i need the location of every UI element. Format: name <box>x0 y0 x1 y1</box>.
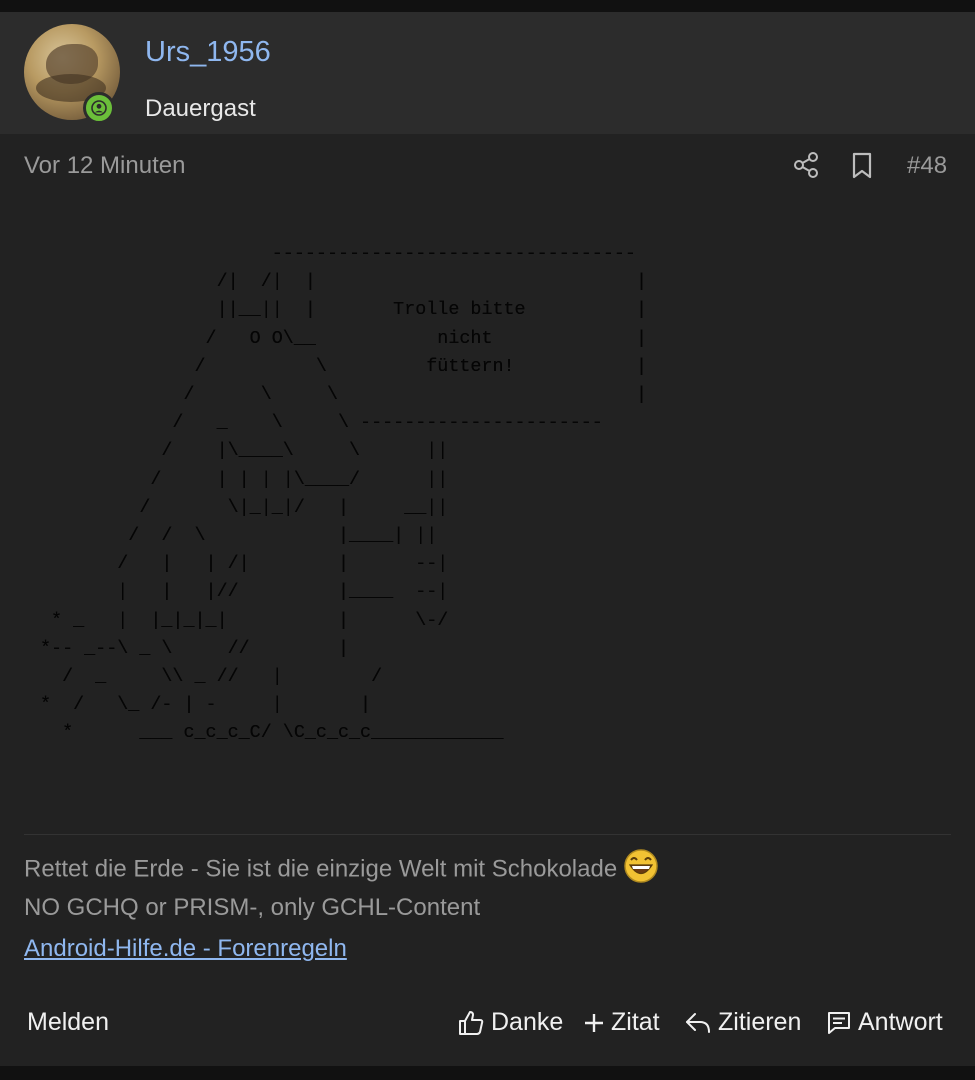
share-icon[interactable] <box>792 150 820 180</box>
online-status-badge <box>83 92 115 124</box>
bookmark-icon[interactable] <box>850 151 874 181</box>
username-link[interactable]: Urs_1956 <box>145 36 271 69</box>
signature-line-1: Rettet die Erde - Sie ist die einzige We… <box>24 849 659 888</box>
multiquote-label: Zitat <box>611 1008 660 1036</box>
forum-rules-link[interactable]: Android-Hilfe.de - Forenregeln <box>24 935 347 963</box>
thanks-label: Danke <box>491 1008 564 1036</box>
report-button[interactable]: Melden <box>27 1008 109 1037</box>
thanks-button[interactable]: Danke <box>457 1008 563 1037</box>
reply-button[interactable]: Antwort <box>826 1008 943 1037</box>
post-header: Urs_1956 Dauergast <box>0 12 975 134</box>
plus-icon <box>585 1013 603 1032</box>
report-label: Melden <box>27 1008 109 1036</box>
user-rank: Dauergast <box>145 95 256 122</box>
quote-label: Zitieren <box>718 1008 802 1036</box>
multiquote-button[interactable]: Zitat <box>583 1008 660 1037</box>
top-bar <box>0 0 975 12</box>
thumbs-up-icon <box>459 1010 484 1035</box>
signature-line-2: NO GCHQ or PRISM-, only GCHL-Content <box>24 894 481 921</box>
post-timestamp[interactable]: Vor 12 Minuten <box>24 152 185 180</box>
post-ascii-art: --------------------------------- /| /| … <box>40 243 647 744</box>
post-number-link[interactable]: #48 <box>907 152 947 180</box>
signature-divider <box>24 834 951 835</box>
quote-button[interactable]: Zitieren <box>684 1008 801 1037</box>
bottom-bar <box>0 1066 975 1080</box>
comment-icon <box>828 1011 850 1034</box>
reply-label: Antwort <box>858 1008 943 1036</box>
reply-arrow-icon <box>686 1012 710 1033</box>
grinning-smiley-icon <box>624 849 658 883</box>
user-icon <box>91 100 107 116</box>
signature-text: Rettet die Erde - Sie ist die einzige We… <box>24 855 618 883</box>
